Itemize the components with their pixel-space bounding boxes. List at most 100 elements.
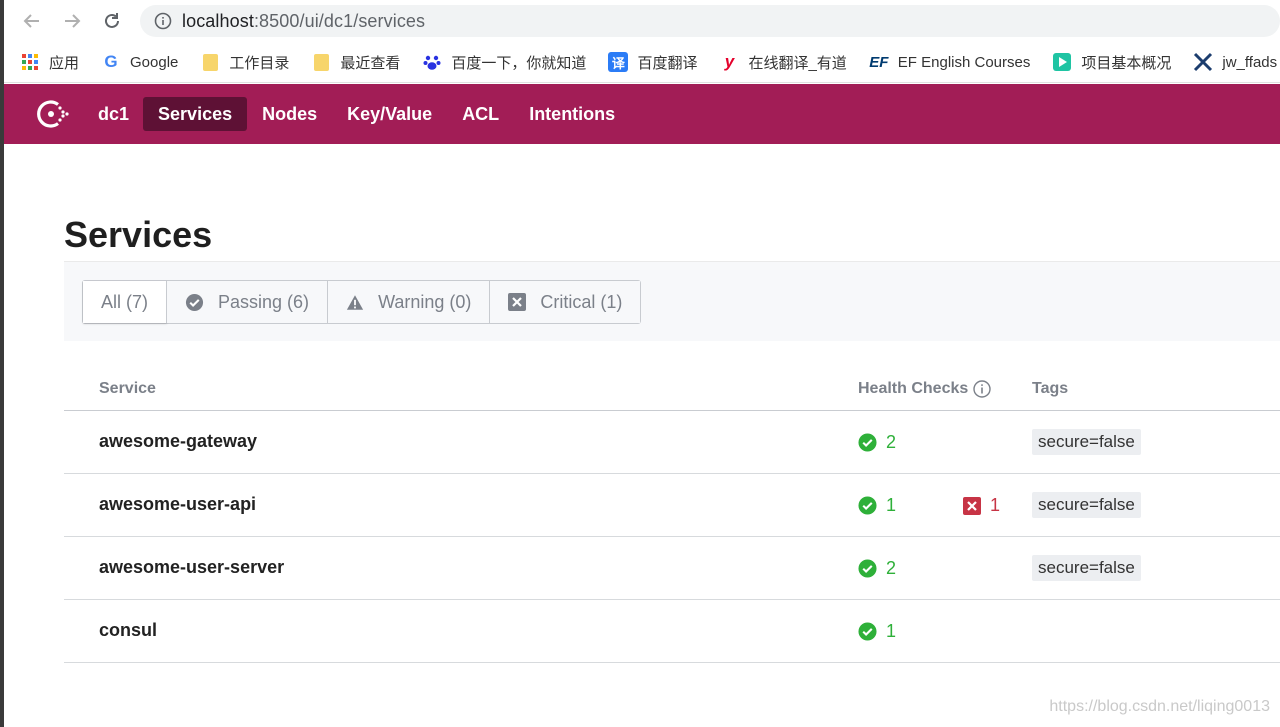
bookmark-label: 百度一下，你就知道 [451, 54, 587, 72]
filter-label: Passing (6) [218, 291, 310, 312]
forward-button[interactable] [52, 0, 92, 42]
column-service[interactable]: Service [99, 380, 156, 398]
nav-intentions[interactable]: Intentions [514, 97, 630, 131]
bookmark-label: Google [130, 53, 179, 71]
check-circle-icon [185, 293, 204, 312]
bookmark-label: 应用 [49, 54, 80, 72]
column-health-checks: Health Checks [858, 380, 991, 398]
passing-checks: 1 [858, 621, 896, 642]
nav-acl[interactable]: ACL [447, 97, 514, 131]
table-row[interactable]: awesome-gateway 2 secure=false [64, 411, 1280, 474]
bookmark-project[interactable]: 项目基本概况 [1052, 52, 1171, 73]
table-header: Service Health Checks Tags [64, 362, 1280, 411]
ef-icon: EF [869, 53, 889, 71]
passing-count: 1 [886, 495, 897, 515]
bookmark-label: 最近查看 [340, 54, 401, 72]
bookmark-label: 工作目录 [229, 54, 290, 72]
bookmark-label: 百度翻译 [637, 54, 698, 72]
bookmark-youdao[interactable]: y 在线翻译_有道 [719, 52, 847, 73]
passing-count: 1 [886, 621, 897, 641]
datacenter-selector[interactable]: dc1 [98, 104, 129, 125]
folder-icon [311, 52, 331, 72]
consul-logo-icon[interactable] [32, 94, 72, 134]
bookmark-label: jw_ffads [1222, 53, 1278, 71]
service-tag: secure=false [1032, 492, 1141, 518]
bookmark-jw[interactable]: jw_ffads [1193, 52, 1277, 72]
url-host: localhost [182, 10, 254, 31]
info-icon [154, 12, 172, 30]
check-circle-icon [858, 496, 877, 515]
page-title: Services [64, 214, 213, 255]
service-name-link[interactable]: awesome-gateway [99, 431, 257, 452]
arrow-left-icon [23, 14, 39, 28]
bookmark-ef[interactable]: EF EF English Courses [869, 52, 1031, 72]
passing-count: 2 [886, 432, 897, 452]
filter-label: Warning (0) [378, 291, 472, 312]
url-path: :8500/ui/dc1/services [253, 10, 426, 31]
nav-services[interactable]: Services [143, 97, 248, 131]
x-icon [1193, 52, 1213, 72]
filter-label: All (7) [101, 291, 149, 312]
column-health-label: Health Checks [858, 380, 969, 397]
reload-button[interactable] [92, 0, 132, 42]
x-square-icon [508, 293, 527, 311]
warning-icon [346, 294, 364, 311]
critical-count: 1 [990, 495, 1001, 515]
column-tags: Tags [1032, 380, 1069, 397]
passing-count: 2 [886, 558, 897, 578]
service-name-link[interactable]: awesome-user-server [99, 557, 284, 578]
google-icon: G [104, 52, 118, 71]
passing-checks: 1 [858, 495, 896, 516]
check-circle-icon [858, 433, 877, 452]
nav-key-value[interactable]: Key/Value [332, 97, 447, 131]
info-icon[interactable] [973, 380, 991, 398]
watermark-text: https://blog.csdn.net/liqing0013 [1049, 698, 1270, 715]
bookmarks-bar: 应用 G Google 工作目录 最近查看 百度一下，你就知道 译 百度翻译 y… [4, 42, 1280, 83]
play-icon [1052, 52, 1072, 72]
filter-all[interactable]: All (7) [83, 281, 168, 323]
nav-nodes[interactable]: Nodes [247, 97, 332, 131]
address-bar[interactable]: localhost:8500/ui/dc1/services [140, 5, 1280, 37]
bookmark-label: EF English Courses [897, 53, 1031, 71]
browser-toolbar: localhost:8500/ui/dc1/services [4, 0, 1280, 42]
table-row[interactable]: awesome-user-api 1 1 secure=false [64, 474, 1280, 537]
service-tag: secure=false [1032, 555, 1141, 581]
bookmark-baidu[interactable]: 百度一下，你就知道 [422, 52, 586, 73]
passing-checks: 2 [858, 432, 896, 453]
critical-checks: 1 [963, 495, 1000, 516]
x-square-icon [963, 496, 981, 515]
translate-icon: 译 [608, 52, 629, 72]
bookmark-baidu-translate[interactable]: 译 百度翻译 [608, 52, 697, 73]
service-name-link[interactable]: consul [99, 620, 157, 641]
check-circle-icon [858, 559, 877, 578]
table-row[interactable]: consul 1 [64, 600, 1280, 663]
folder-icon [200, 52, 220, 72]
reload-icon [105, 13, 119, 28]
main-nav: Services Nodes Key/Value ACL Intentions [143, 97, 630, 131]
table-row[interactable]: awesome-user-server 2 secure=false [64, 537, 1280, 600]
service-name-link[interactable]: awesome-user-api [99, 494, 256, 515]
health-filter-group: All (7) Passing (6) Warning (0) Critical… [82, 280, 642, 324]
filter-warning[interactable]: Warning (0) [328, 281, 491, 323]
bookmark-recent[interactable]: 最近查看 [311, 52, 400, 73]
url-text: localhost:8500/ui/dc1/services [182, 11, 425, 32]
apps-grid-icon [20, 52, 40, 72]
bookmark-label: 在线翻译_有道 [748, 54, 847, 72]
check-circle-icon [858, 622, 877, 641]
bookmark-label: 项目基本概况 [1081, 54, 1172, 72]
youdao-icon: y [724, 52, 735, 71]
bookmark-apps[interactable]: 应用 [20, 52, 79, 73]
services-table: Service Health Checks Tags awesome-gatew… [64, 362, 1280, 663]
filter-critical[interactable]: Critical (1) [490, 281, 641, 323]
baidu-icon [422, 52, 442, 72]
back-button[interactable] [12, 0, 52, 42]
filter-label: Critical (1) [540, 291, 623, 312]
filter-bar: All (7) Passing (6) Warning (0) Critical… [64, 261, 1280, 341]
passing-checks: 2 [858, 558, 896, 579]
bookmark-work-dir[interactable]: 工作目录 [200, 52, 289, 73]
arrow-right-icon [65, 14, 81, 28]
bookmark-google[interactable]: G Google [101, 52, 178, 72]
filter-passing[interactable]: Passing (6) [167, 281, 329, 323]
service-tag: secure=false [1032, 429, 1141, 455]
app-header: dc1 Services Nodes Key/Value ACL Intenti… [4, 84, 1280, 144]
